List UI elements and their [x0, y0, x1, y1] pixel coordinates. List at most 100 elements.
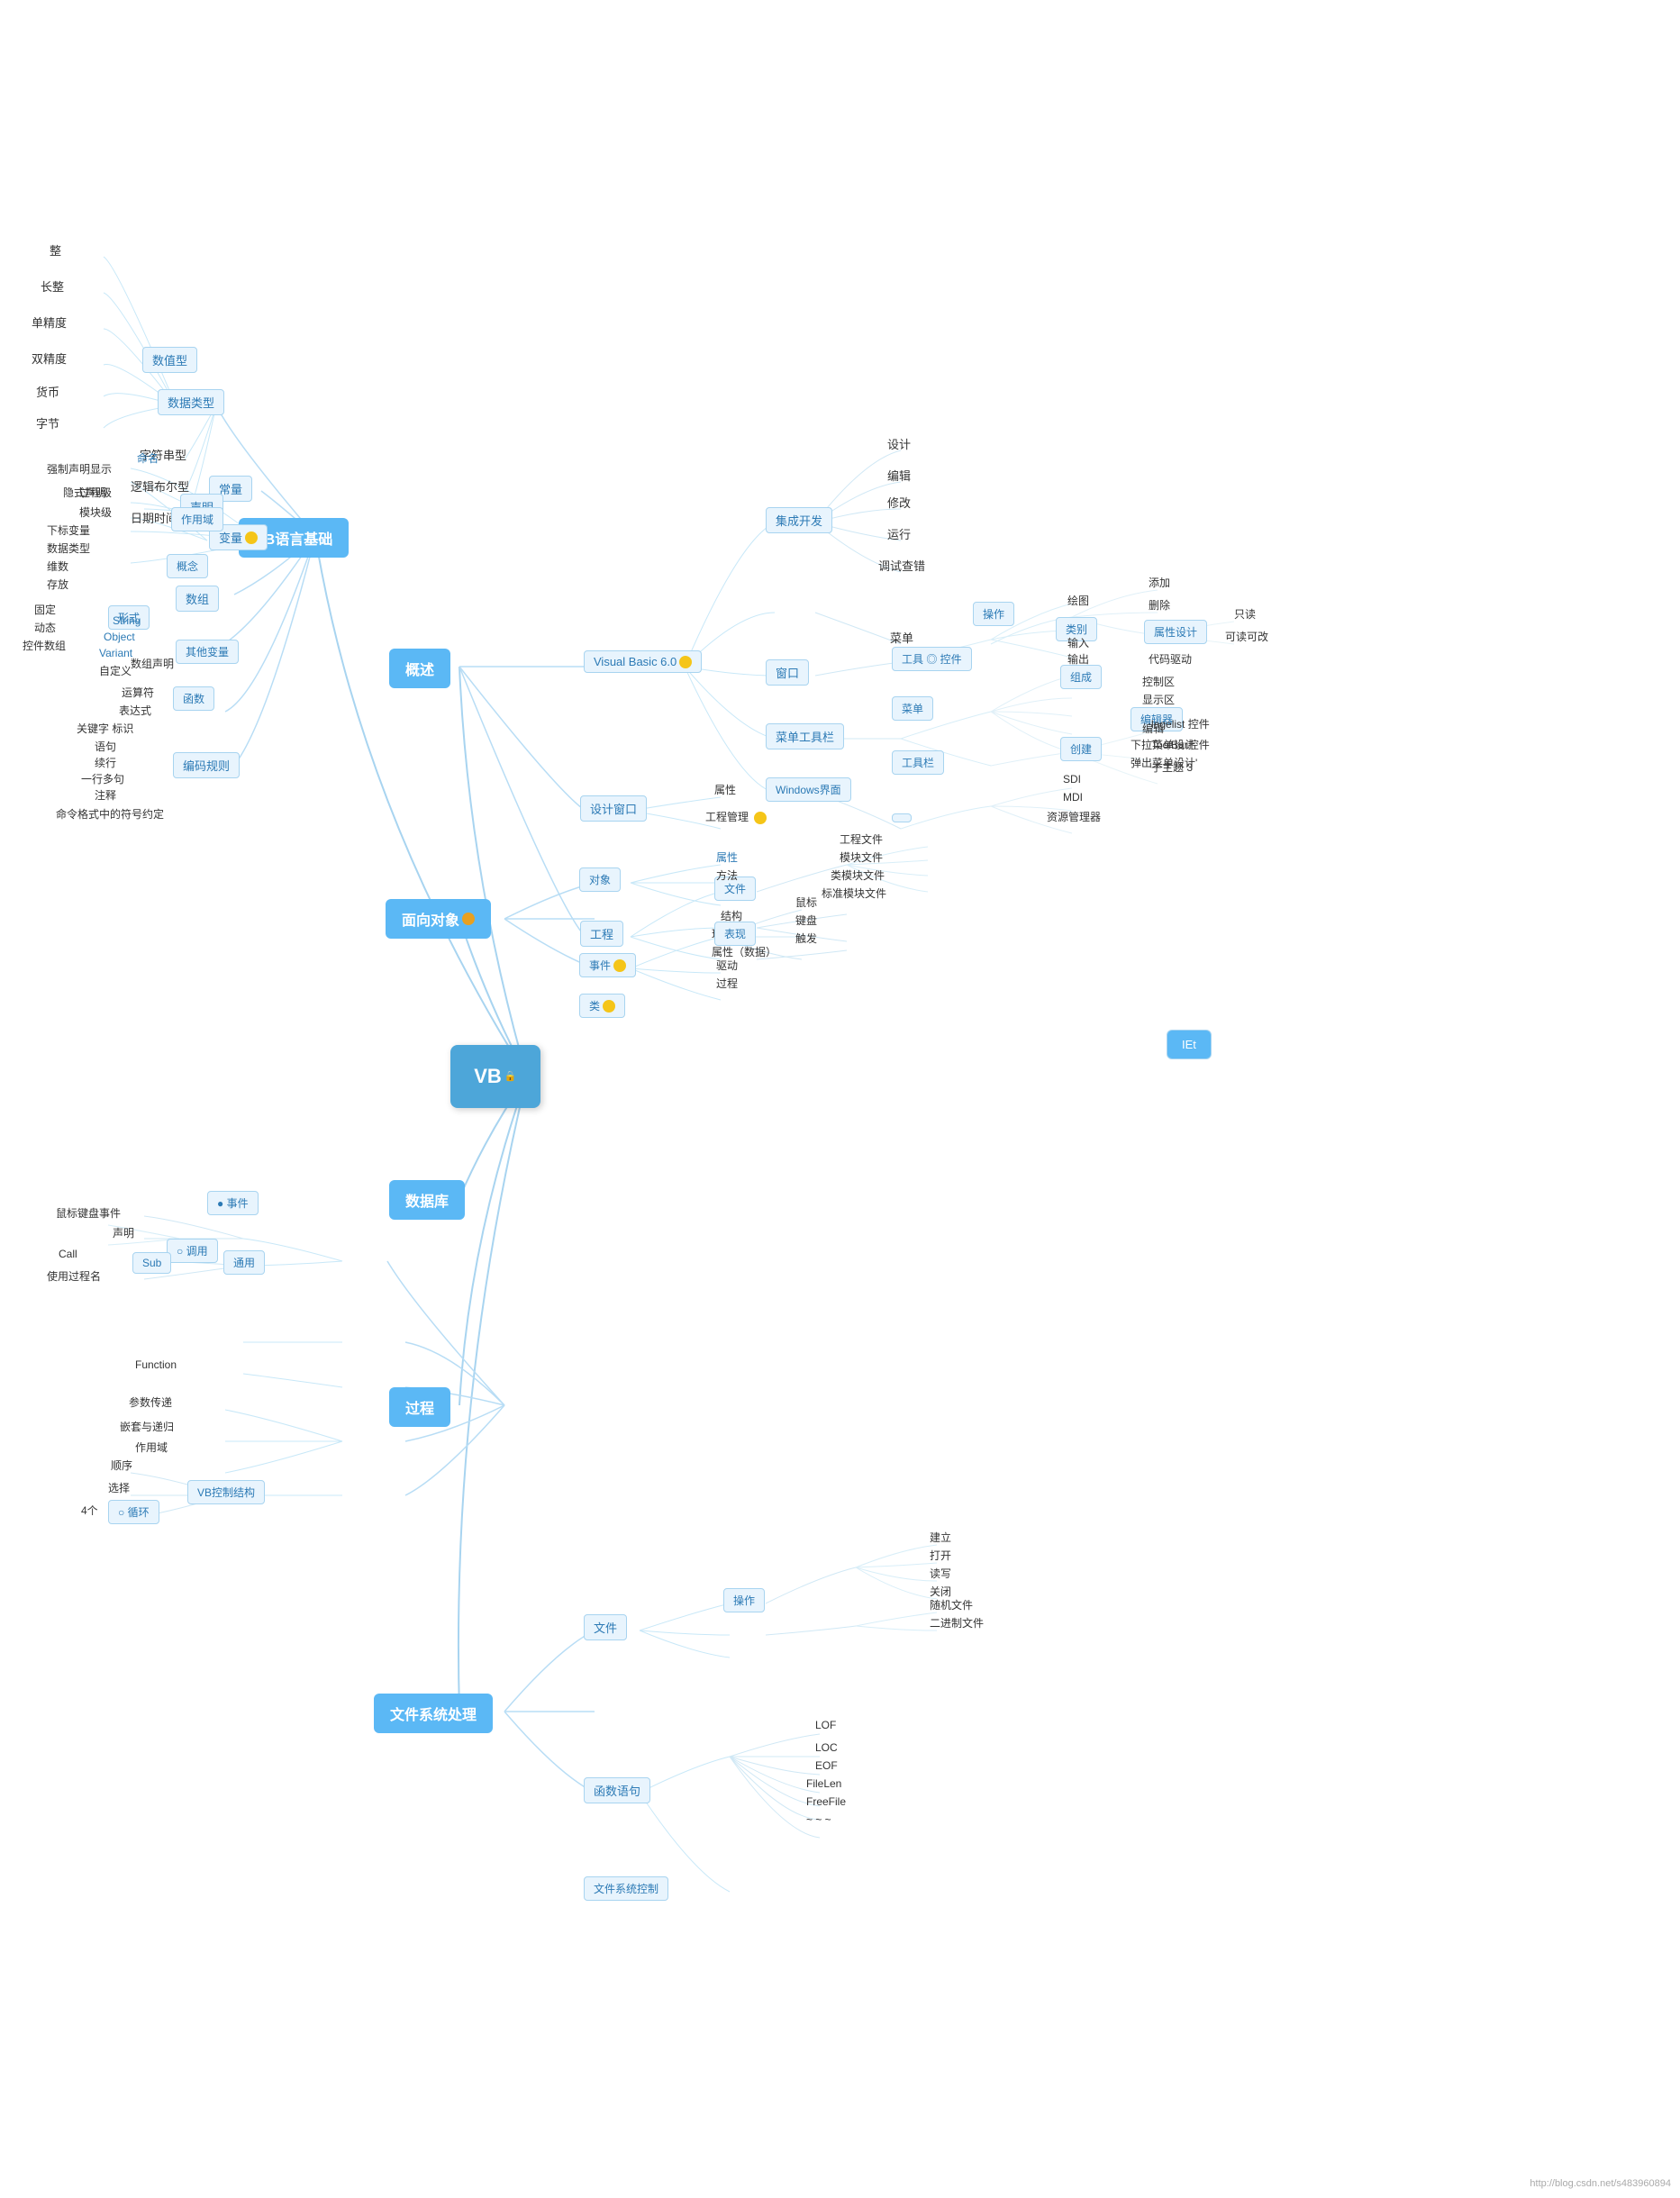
node-numeric: 数值型	[142, 347, 197, 373]
node-module-file: 模块文件	[840, 849, 883, 865]
node-coding-rule: 编码规则	[173, 752, 240, 778]
node-scope: 作用域	[171, 507, 223, 531]
node-loop: ○ 循环	[108, 1500, 159, 1524]
node-menu2: 菜单	[892, 696, 933, 721]
node-dimension: 维数	[47, 559, 68, 574]
mindmap-container: VB 🔒 VB语言基础 概述 面向对象 数据库 过程 文件系统处理 数据类型 数…	[0, 0, 1680, 2198]
node-call: Call	[59, 1248, 77, 1260]
node-sequential: 顺序	[111, 1458, 132, 1473]
node-bool: 逻辑布尔型	[131, 477, 189, 495]
node-multistatement: 一行多句	[81, 771, 124, 786]
node-open: 打开	[930, 1548, 951, 1563]
node-code-drive: 代码驱动	[1149, 651, 1192, 667]
node-use-proc-name: 使用过程名	[47, 1268, 101, 1284]
node-vb-control: VB控制结构	[187, 1480, 265, 1504]
node-store: 存放	[47, 577, 68, 592]
node-delete: 删除	[1149, 597, 1170, 613]
node-dynamic: 动态	[34, 620, 56, 635]
node-keyboard: 键盘	[795, 913, 817, 928]
node-fs-control: 文件系统控制	[584, 1876, 668, 1901]
node-fixed: 固定	[34, 602, 56, 617]
node-compose: 组成	[1060, 665, 1102, 689]
node-declare-proc: 声明	[113, 1225, 134, 1240]
projmgmt-icon	[754, 812, 767, 824]
node-mouse-kb-event: 鼠标键盘事件	[56, 1205, 121, 1221]
node-menu-toolbar: 菜单工具栏	[766, 723, 844, 749]
node-naming: 命名	[137, 450, 159, 466]
node-control-area: 控制区	[1142, 674, 1175, 689]
node-iet: IEt	[1167, 1030, 1212, 1059]
node-display-area: 显示区	[1142, 692, 1175, 707]
node-operation: 操作	[973, 602, 1014, 626]
node-currency: 货币	[36, 383, 59, 400]
node-lof: LOF	[815, 1719, 836, 1731]
node-random-file: 随机文件	[930, 1597, 973, 1612]
node-add: 添加	[1149, 575, 1170, 590]
node-create-file: 建立	[930, 1530, 951, 1545]
node-variant: Variant	[99, 647, 132, 659]
node-ide: 集成开发	[766, 507, 832, 533]
node-subscript: 下标变量	[47, 522, 90, 538]
node-general: 通用	[223, 1250, 265, 1275]
node-proj-mgmt: 工程管理	[705, 809, 767, 824]
node-event-obj: 事件	[579, 953, 636, 977]
node-nested: 嵌套与递归	[120, 1419, 174, 1434]
node-event-proc: ● 事件	[207, 1191, 259, 1215]
node-project: 工程	[580, 921, 623, 947]
node-draw: 绘图	[1067, 593, 1089, 608]
node-binary-file: 二进制文件	[930, 1615, 984, 1630]
node-function: 函数	[173, 686, 214, 711]
node-readwrite2: 读写	[930, 1566, 951, 1581]
node-loc: LOC	[815, 1741, 838, 1754]
node-comment: 注释	[95, 787, 116, 803]
center-label: VB	[474, 1065, 502, 1088]
node-scope2: 作用域	[135, 1440, 168, 1455]
node-edit: 编辑	[887, 467, 911, 484]
node-param-pass: 参数传递	[129, 1394, 172, 1410]
node-force-declare: 强制声明显示	[47, 461, 112, 477]
node-file-sys: 文件	[584, 1614, 627, 1640]
node-int: 整	[50, 241, 61, 259]
node-property: 属性	[714, 782, 736, 797]
node-four: 4个	[81, 1503, 98, 1518]
node-class: 类	[579, 994, 625, 1018]
node-debug: 调试查错	[878, 557, 925, 574]
node-window: 窗口	[766, 659, 809, 686]
node-select: 选择	[108, 1480, 130, 1495]
node-continue: 续行	[95, 755, 116, 770]
node-class-file: 类模块文件	[831, 867, 885, 883]
node-other-var: 其他变量	[176, 640, 239, 664]
branch-process: 过程	[389, 1387, 450, 1427]
node-statement: 语句	[95, 739, 116, 754]
node-readwrite: 可读可改	[1225, 629, 1268, 644]
node-vb60: Visual Basic 6.0	[584, 650, 702, 673]
node-readonly: 只读	[1234, 606, 1256, 622]
node-eof: EOF	[815, 1759, 838, 1772]
node-file-operation: 操作	[723, 1588, 765, 1612]
node-menu-under-vb6: 菜单	[890, 629, 913, 646]
node-double: 双精度	[32, 350, 67, 367]
node-data-type: 数据类型	[158, 389, 224, 415]
branch-oop: 面向对象	[386, 899, 491, 939]
branch-summary: 概述	[389, 649, 450, 688]
node-array: 数组	[176, 586, 219, 612]
node-format-convention: 命令格式中的符号约定	[56, 806, 164, 822]
node-module-level: 模块级	[79, 504, 112, 520]
node-keyword: 关键字 标识	[77, 721, 133, 736]
node-array-declare: 数组声明	[131, 656, 174, 671]
mindmap-lines	[0, 0, 1680, 2198]
node-sdi: SDI	[1063, 773, 1081, 786]
node-data-type2: 数据类型	[47, 540, 90, 556]
node-run: 运行	[887, 525, 911, 542]
node-performance: 表现	[714, 922, 756, 946]
node-string2: String	[113, 614, 141, 627]
center-icon: 🔒	[504, 1070, 517, 1083]
node-filelen: FileLen	[806, 1777, 841, 1790]
node-expression: 表达式	[119, 703, 151, 718]
node-invoke: ○ 调用	[167, 1239, 218, 1263]
node-mouse: 鼠标	[795, 895, 817, 910]
center-node: VB 🔒	[450, 1045, 540, 1108]
node-freefile: FreeFile	[806, 1795, 846, 1808]
watermark: http://blog.csdn.net/s483960894	[1530, 2178, 1671, 2189]
node-prop-design: 属性设计	[1144, 620, 1207, 644]
